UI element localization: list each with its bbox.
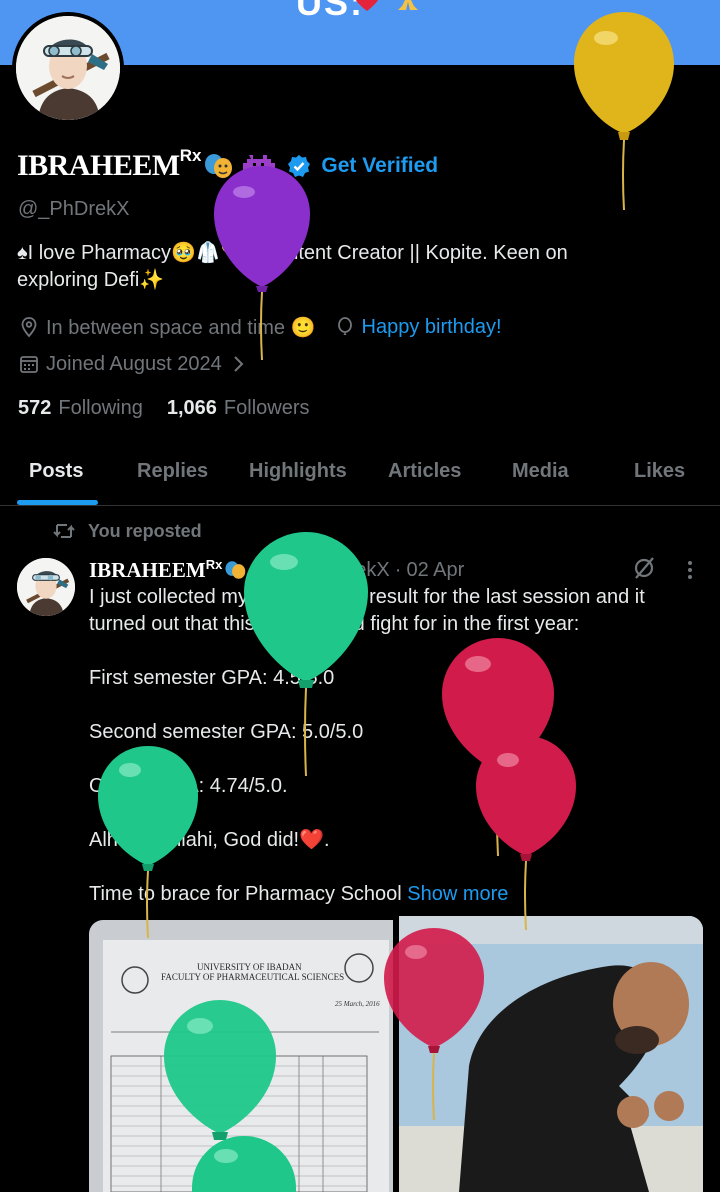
following-stat[interactable]: 572 Following: [18, 397, 143, 420]
location-pin-icon: [21, 317, 37, 338]
birthday-link[interactable]: Happy birthday!: [362, 316, 502, 339]
bio-line-1: ♠I love Pharmacy🥹🥼💊|| Content Creator ||…: [17, 242, 568, 264]
more-options-icon[interactable]: [680, 558, 700, 582]
avatar-illustration: [17, 558, 75, 616]
active-tab-indicator: [17, 500, 98, 505]
following-count: 572: [18, 396, 52, 419]
profile-tabs: Posts Replies Highlights Articles Media …: [0, 448, 720, 506]
bio-line-2: exploring Defi✨: [17, 269, 165, 291]
balloon-icon: [337, 317, 352, 335]
tab-media[interactable]: Media: [512, 460, 569, 483]
get-verified-link[interactable]: Get Verified: [321, 154, 438, 178]
profile-joined-date: Joined August 2024: [46, 352, 222, 375]
post-paragraph: First semester GPA: 4.5/5.0: [89, 667, 335, 689]
name-superscript: Rx: [179, 146, 202, 165]
purple-balloon-icon: [214, 166, 310, 361]
folded-hands-icon: [398, 0, 418, 10]
followers-count: 1,066: [166, 396, 217, 419]
post-author-avatar[interactable]: [17, 558, 75, 616]
doc-date: 25 March, 2016: [335, 1000, 380, 1008]
display-name: IBRAHEEM: [17, 149, 180, 182]
post-paragraph: Second semester GPA: 5.0/5.0: [89, 721, 364, 743]
green-balloon-icon: [192, 1136, 296, 1192]
following-label: Following: [58, 396, 143, 419]
doc-faculty-title: FACULTY OF PHARMACEUTICAL SCIENCES: [161, 972, 345, 982]
tab-highlights[interactable]: Highlights: [249, 460, 347, 483]
red-balloon-icon: [476, 736, 576, 931]
calendar-icon: [20, 356, 38, 373]
follow-stats: 572 Following 1,066 Followers: [18, 394, 310, 422]
green-balloon-icon: [244, 532, 368, 777]
repost-icon: [53, 524, 75, 538]
post-separator: ·: [394, 558, 402, 581]
tab-posts[interactable]: Posts: [29, 460, 83, 483]
doc-university-title: UNIVERSITY OF IBADAN: [197, 962, 302, 972]
followers-stat[interactable]: 1,066 Followers: [167, 397, 310, 420]
followers-label: Followers: [223, 396, 310, 419]
avatar-illustration: [16, 16, 120, 120]
red-heart-icon: [355, 0, 379, 11]
repost-label: You reposted: [88, 520, 202, 541]
green-balloon-icon: [98, 746, 198, 939]
profile-bio: ♠I love Pharmacy🥹🥼💊|| Content Creator ||…: [17, 240, 657, 294]
grok-icon[interactable]: [632, 556, 656, 580]
post-date[interactable]: 02 Apr: [406, 559, 464, 582]
tab-likes[interactable]: Likes: [634, 460, 685, 483]
profile-avatar[interactable]: [12, 12, 124, 124]
repost-indicator: You reposted: [52, 518, 202, 544]
profile-handle: @_PhDrekX: [18, 198, 130, 220]
tab-replies[interactable]: Replies: [137, 460, 208, 483]
post-paragraph: I just collected my statement of result …: [89, 586, 645, 635]
red-balloon-icon: [384, 928, 484, 1121]
post-author-superscript: Rx: [205, 556, 223, 572]
post-author-name[interactable]: IBRAHEEM: [89, 558, 206, 583]
tab-articles[interactable]: Articles: [388, 460, 461, 483]
yellow-balloon-icon: [574, 12, 674, 211]
